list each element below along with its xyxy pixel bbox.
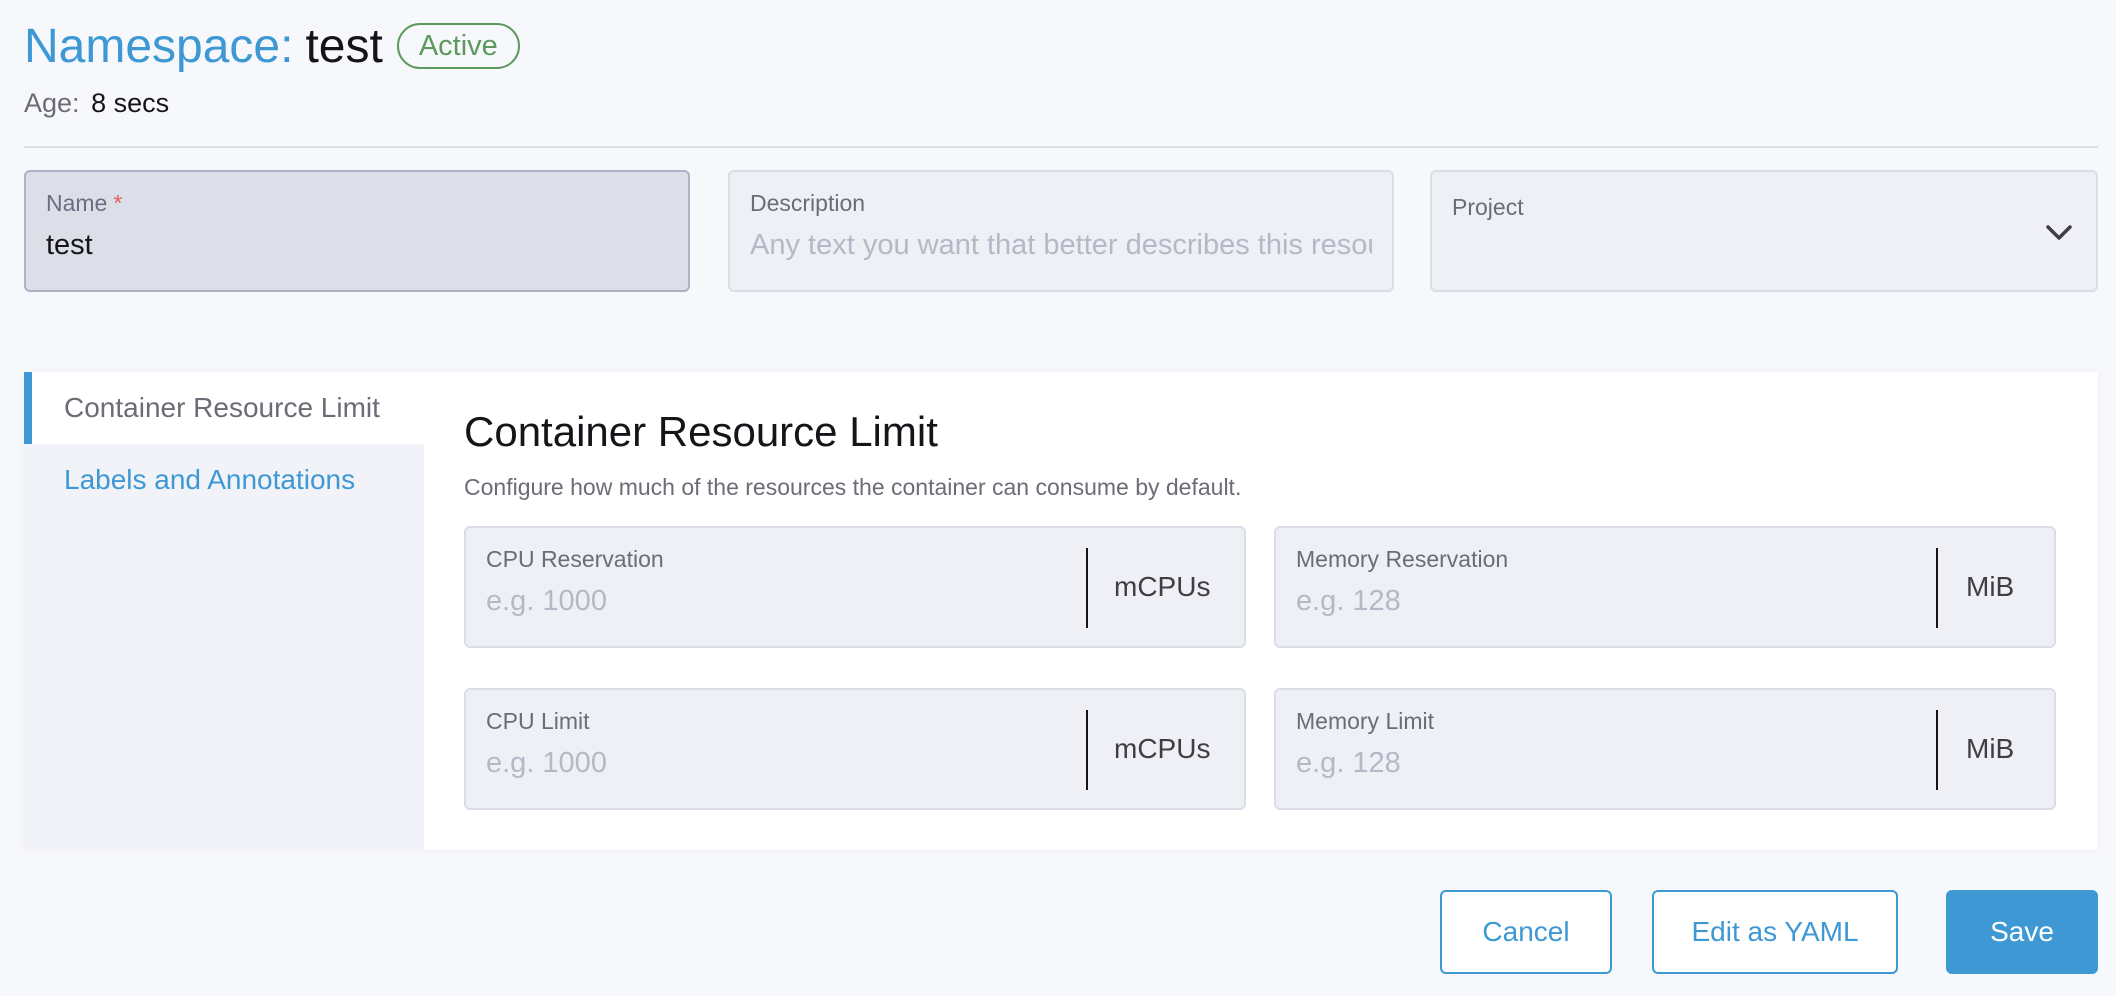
cpu-limit-unit: mCPUs bbox=[1114, 733, 1211, 764]
memory-limit-label: Memory Limit bbox=[1296, 708, 1435, 734]
section-description: Configure how much of the resources the … bbox=[464, 474, 1242, 500]
title-prefix: Namespace: bbox=[24, 19, 294, 73]
cpu-reservation-unit: mCPUs bbox=[1114, 571, 1211, 602]
description-label: Description bbox=[750, 190, 866, 216]
cpu-limit-field[interactable]: CPU Limit e.g. 1000 mCPUs bbox=[464, 688, 1246, 810]
edit-as-yaml-button[interactable]: Edit as YAML bbox=[1652, 890, 1898, 974]
title-name: test bbox=[305, 19, 383, 73]
name-label-text: Name bbox=[46, 190, 108, 216]
project-select[interactable]: Project bbox=[1430, 170, 2098, 292]
memory-reservation-field[interactable]: Memory Reservation e.g. 128 MiB bbox=[1274, 526, 2056, 648]
namespace-edit-page: Namespace: test Active Age: 8 secs Name *… bbox=[0, 0, 2116, 996]
page-title: Namespace: test Active bbox=[24, 14, 520, 78]
memory-reservation-input[interactable]: e.g. 128 bbox=[1296, 585, 1894, 618]
status-badge: Active bbox=[396, 23, 520, 69]
memory-limit-field[interactable]: Memory Limit e.g. 128 MiB bbox=[1274, 688, 2056, 810]
cancel-button[interactable]: Cancel bbox=[1440, 890, 1612, 974]
tab-labels-and-annotations[interactable]: Labels and Annotations bbox=[24, 444, 424, 516]
age-row: Age: 8 secs bbox=[24, 88, 520, 119]
required-marker: * bbox=[113, 190, 123, 216]
tab-container-resource-limit[interactable]: Container Resource Limit bbox=[24, 372, 424, 444]
header-divider bbox=[24, 146, 2098, 148]
cpu-limit-input-wrap: CPU Limit e.g. 1000 bbox=[486, 708, 1084, 780]
save-button[interactable]: Save bbox=[1946, 890, 2098, 974]
tabbed-panel: Container Resource Limit Labels and Anno… bbox=[24, 372, 2098, 850]
chevron-down-icon[interactable] bbox=[2042, 216, 2076, 250]
name-label: Name * bbox=[46, 190, 668, 217]
memory-reservation-unit: MiB bbox=[1966, 571, 2015, 602]
cpu-reservation-input[interactable]: e.g. 1000 bbox=[486, 585, 1084, 618]
name-input[interactable]: test bbox=[46, 229, 668, 262]
memory-reservation-label: Memory Reservation bbox=[1296, 546, 1509, 572]
unit-divider bbox=[1086, 710, 1088, 790]
section-title: Container Resource Limit bbox=[464, 408, 938, 455]
cpu-reservation-input-wrap: CPU Reservation e.g. 1000 bbox=[486, 546, 1084, 618]
side-tabs: Container Resource Limit Labels and Anno… bbox=[24, 372, 424, 850]
memory-reservation-input-wrap: Memory Reservation e.g. 128 bbox=[1296, 546, 1894, 618]
cpu-reservation-field[interactable]: CPU Reservation e.g. 1000 mCPUs bbox=[464, 526, 1246, 648]
unit-divider bbox=[1936, 548, 1938, 628]
unit-divider bbox=[1936, 710, 1938, 790]
age-label: Age: bbox=[24, 88, 80, 118]
cpu-limit-input[interactable]: e.g. 1000 bbox=[486, 747, 1084, 780]
tab-content: Container Resource Limit Configure how m… bbox=[464, 372, 2074, 501]
memory-limit-input-wrap: Memory Limit e.g. 128 bbox=[1296, 708, 1894, 780]
age-value: 8 secs bbox=[91, 88, 170, 118]
memory-limit-input[interactable]: e.g. 128 bbox=[1296, 747, 1894, 780]
project-label: Project bbox=[1452, 194, 1524, 220]
cpu-limit-label: CPU Limit bbox=[486, 708, 590, 734]
description-field[interactable]: Description Any text you want that bette… bbox=[728, 170, 1394, 292]
page-header: Namespace: test Active Age: 8 secs bbox=[24, 14, 520, 119]
description-input[interactable]: Any text you want that better describes … bbox=[750, 229, 1372, 262]
cpu-reservation-label: CPU Reservation bbox=[486, 546, 664, 572]
name-field[interactable]: Name * test bbox=[24, 170, 690, 292]
unit-divider bbox=[1086, 548, 1088, 628]
memory-limit-unit: MiB bbox=[1966, 733, 2015, 764]
